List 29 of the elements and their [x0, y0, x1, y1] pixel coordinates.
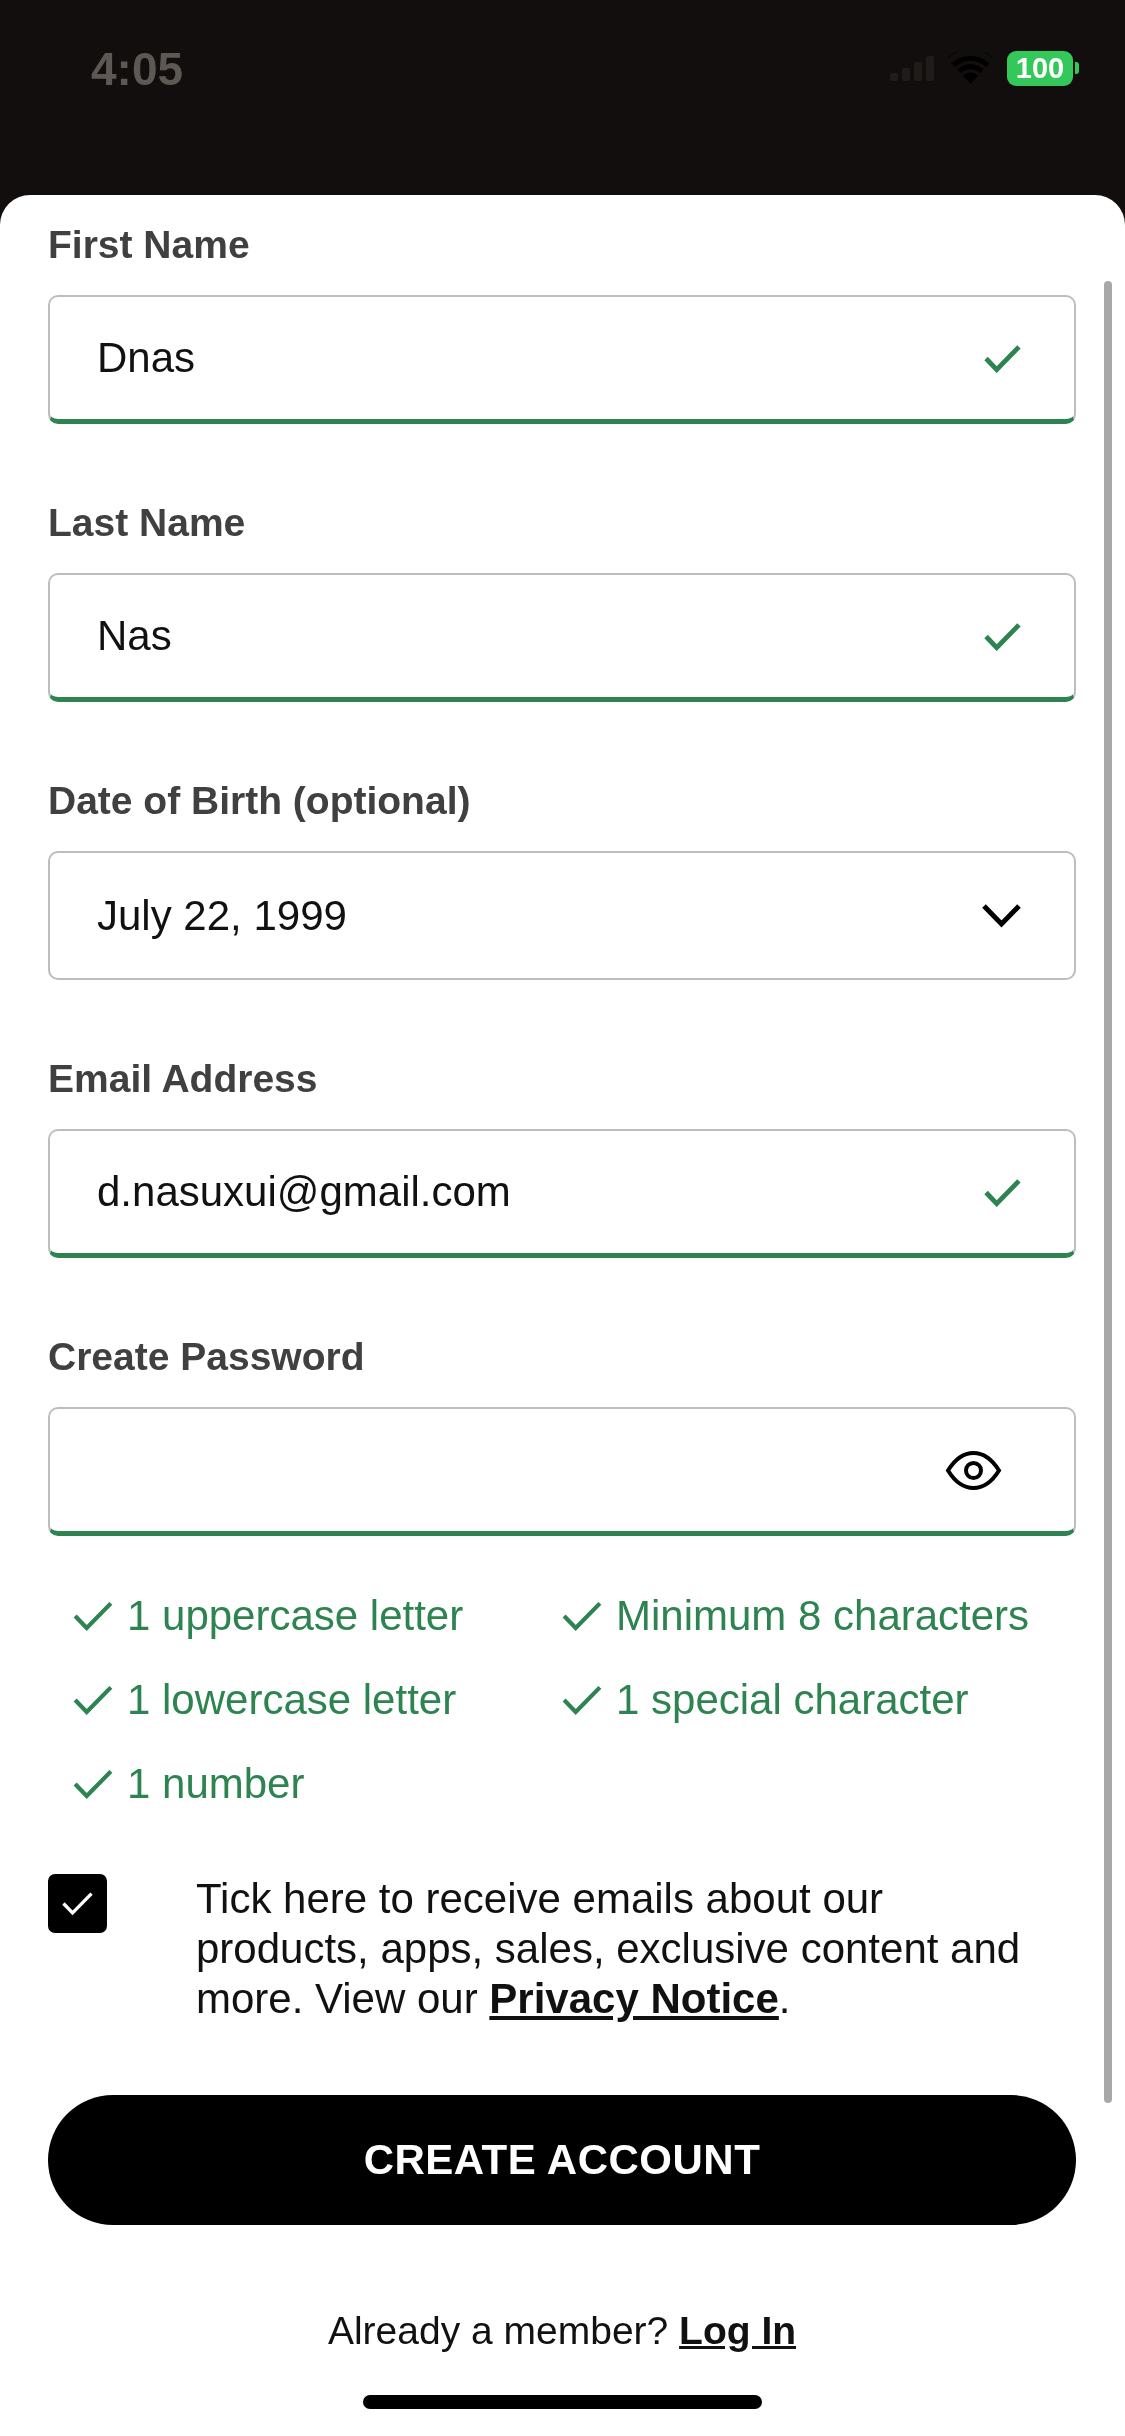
- log-in-link[interactable]: Log In: [679, 2309, 797, 2352]
- text-field[interactable]: Nas: [48, 573, 1076, 702]
- password-requirement: 1 lowercase letter: [127, 1675, 457, 1725]
- check-icon: [983, 343, 1022, 373]
- check-icon: [61, 1891, 94, 1916]
- battery-indicator: 100: [1007, 50, 1079, 86]
- check-icon: [983, 621, 1022, 651]
- text-field[interactable]: d.nasuxui@gmail.com: [48, 1129, 1076, 1258]
- consent-text: Tick here to receive emails about our products, apps, sales, exclusive content and more. View our Privacy Notice.: [196, 1874, 1022, 2024]
- status-time: 4:05: [91, 46, 184, 92]
- field-label: First Name: [48, 222, 250, 268]
- field-label: Email Address: [48, 1056, 318, 1102]
- checkbox[interactable]: [48, 1874, 107, 1933]
- password-requirement: Minimum 8 characters: [616, 1591, 1030, 1641]
- password-field[interactable]: [48, 1407, 1076, 1536]
- field-label: Last Name: [48, 500, 246, 546]
- check-icon: [983, 1177, 1022, 1207]
- date-field[interactable]: July 22, 1999: [48, 851, 1076, 980]
- chevron-down-icon: [981, 902, 1022, 929]
- password-requirement: 1 special character: [616, 1675, 969, 1725]
- password-requirement: 1 uppercase letter: [127, 1591, 464, 1641]
- login-prompt: Already a member? Log In: [327, 2308, 797, 2354]
- privacy-notice-link[interactable]: Privacy Notice: [489, 1975, 779, 2022]
- text-field[interactable]: Dnas: [48, 295, 1076, 424]
- create-account-button[interactable]: CREATE ACCOUNT: [48, 2095, 1076, 2225]
- password-requirement: 1 number: [127, 1759, 305, 1809]
- field-label: Create Password: [48, 1334, 365, 1380]
- eye-icon[interactable]: [945, 1449, 1002, 1491]
- field-label: Date of Birth (optional): [48, 778, 471, 824]
